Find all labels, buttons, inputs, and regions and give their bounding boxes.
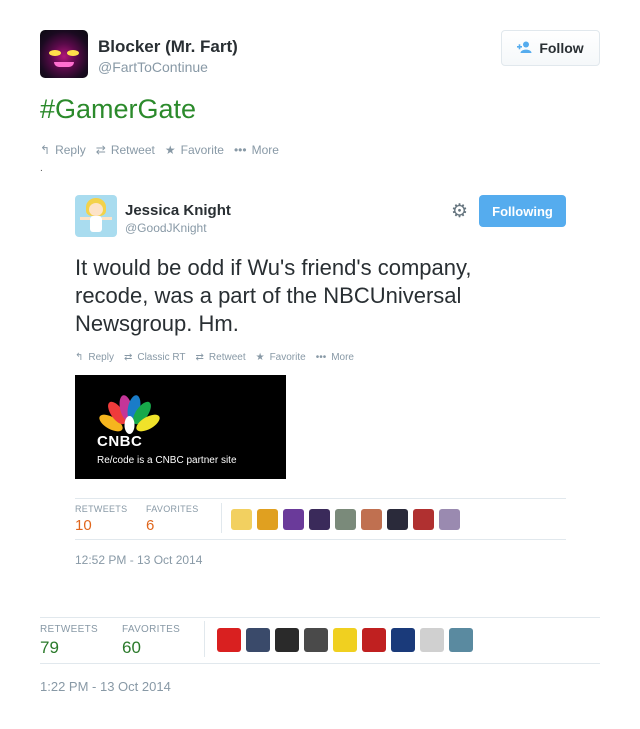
favoriter-avatar[interactable] [304, 628, 328, 652]
inner-author-name[interactable]: Jessica Knight [125, 202, 231, 219]
favorite-action[interactable]: ★ Favorite [165, 143, 224, 157]
favoriter-avatar[interactable] [283, 509, 304, 530]
favoriter-avatar[interactable] [217, 628, 241, 652]
more-label: More [251, 143, 279, 157]
outer-favorites-count[interactable]: 60 [122, 638, 141, 658]
favoriter-avatar[interactable] [309, 509, 330, 530]
star-icon: ★ [164, 143, 176, 157]
inner-reply-action[interactable]: ↰ Reply [75, 352, 114, 363]
inner-more-label: More [331, 352, 354, 363]
favoriter-avatar[interactable] [335, 509, 356, 530]
outer-retweets-count[interactable]: 79 [40, 638, 59, 658]
favoriter-avatar[interactable] [439, 509, 460, 530]
inner-tweet-timestamp[interactable]: 12:52 PM - 13 Oct 2014 [75, 553, 202, 567]
following-button[interactable]: Following [479, 195, 566, 227]
inner-author-avatar[interactable] [75, 195, 117, 237]
favoriter-avatar[interactable] [257, 509, 278, 530]
stats-divider [221, 503, 222, 533]
favoriter-avatar[interactable] [413, 509, 434, 530]
favoriter-avatar[interactable] [420, 628, 444, 652]
inner-tweet-actions: ↰ Reply ⇄ Classic RT ⇄ Retweet ★ Favorit… [75, 352, 354, 363]
inner-favoriters-avatars [231, 509, 460, 530]
favoriter-avatar[interactable] [361, 509, 382, 530]
inner-classic-rt-label: Classic RT [137, 352, 186, 363]
avatar-arm-right [102, 217, 112, 220]
favorite-label: Favorite [180, 143, 224, 157]
card-caption: Re/code is a CNBC partner site [97, 455, 237, 466]
cnbc-logo-text: CNBC [97, 433, 143, 450]
reply-action[interactable]: ↰ Reply [40, 143, 86, 157]
retweet-icon: ⇄ [195, 352, 204, 363]
reply-icon: ↰ [75, 352, 84, 363]
avatar-face [89, 203, 103, 216]
inner-tweet-text: It would be odd if Wu's friend's company… [75, 255, 472, 336]
inner-retweets-label: RETWEETS [75, 504, 128, 514]
outer-tweet-timestamp[interactable]: 1:22 PM - 13 Oct 2014 [40, 679, 171, 694]
divider [75, 539, 566, 540]
follow-button[interactable]: Follow [501, 30, 600, 66]
divider [40, 663, 600, 664]
inner-classic-rt-action[interactable]: ⇄ Classic RT [124, 352, 186, 363]
outer-favoriters-avatars [217, 628, 473, 652]
avatar-arm-left [80, 217, 90, 220]
ellipsis-icon: ••• [315, 352, 327, 363]
star-icon: ★ [255, 352, 265, 363]
favoriter-avatar[interactable] [231, 509, 252, 530]
cnbc-image-card[interactable]: CNBC Re/code is a CNBC partner site [75, 375, 286, 479]
reply-label: Reply [55, 143, 86, 157]
inner-favorite-label: Favorite [269, 352, 306, 363]
divider [75, 498, 566, 499]
more-action[interactable]: ••• More [234, 143, 279, 157]
favoriter-avatar[interactable] [333, 628, 357, 652]
inner-favorite-action[interactable]: ★ Favorite [256, 352, 306, 363]
favoriter-avatar[interactable] [246, 628, 270, 652]
outer-favorites-label: FAVORITES [122, 624, 181, 635]
follow-button-label: Follow [539, 40, 584, 56]
outer-author-avatar[interactable] [40, 30, 88, 78]
inner-retweets-count[interactable]: 10 [75, 517, 92, 534]
favoriter-avatar[interactable] [275, 628, 299, 652]
ellipsis-icon: ••• [233, 143, 247, 157]
inner-retweet-label: Retweet [208, 352, 246, 363]
outer-author-handle[interactable]: @FartToContinue [98, 59, 208, 75]
separator-dot: . [40, 163, 43, 174]
favoriter-avatar[interactable] [387, 509, 408, 530]
avatar-body [90, 216, 102, 232]
peacock-logo-icon [99, 395, 160, 434]
retweet-action[interactable]: ⇄ Retweet [96, 143, 155, 157]
avatar-eye-left [49, 50, 61, 56]
retweet-icon: ⇄ [95, 143, 106, 157]
retweet-label: Retweet [110, 143, 155, 157]
add-person-icon [517, 40, 533, 56]
outer-author-name[interactable]: Blocker (Mr. Fart) [98, 37, 238, 57]
inner-reply-label: Reply [88, 352, 114, 363]
divider [40, 617, 600, 618]
reply-icon: ↰ [40, 143, 51, 157]
outer-retweets-label: RETWEETS [40, 624, 98, 635]
favoriter-avatar[interactable] [362, 628, 386, 652]
favoriter-avatar[interactable] [391, 628, 415, 652]
stats-divider [204, 621, 205, 657]
favoriter-avatar[interactable] [449, 628, 473, 652]
avatar-eye-right [67, 50, 79, 56]
inner-more-action[interactable]: ••• More [316, 352, 354, 363]
avatar-mouth [54, 62, 74, 67]
inner-favorites-label: FAVORITES [146, 504, 199, 514]
retweet-icon: ⇄ [123, 352, 133, 363]
outer-tweet-actions: ↰ Reply ⇄ Retweet ★ Favorite ••• More [40, 143, 279, 157]
inner-favorites-count[interactable]: 6 [146, 517, 154, 534]
tweet-hashtag-link[interactable]: #GamerGate [40, 94, 196, 125]
inner-retweet-action[interactable]: ⇄ Retweet [196, 352, 246, 363]
gear-icon[interactable]: ⚙ [451, 200, 468, 223]
inner-author-handle[interactable]: @GoodJKnight [125, 221, 207, 235]
